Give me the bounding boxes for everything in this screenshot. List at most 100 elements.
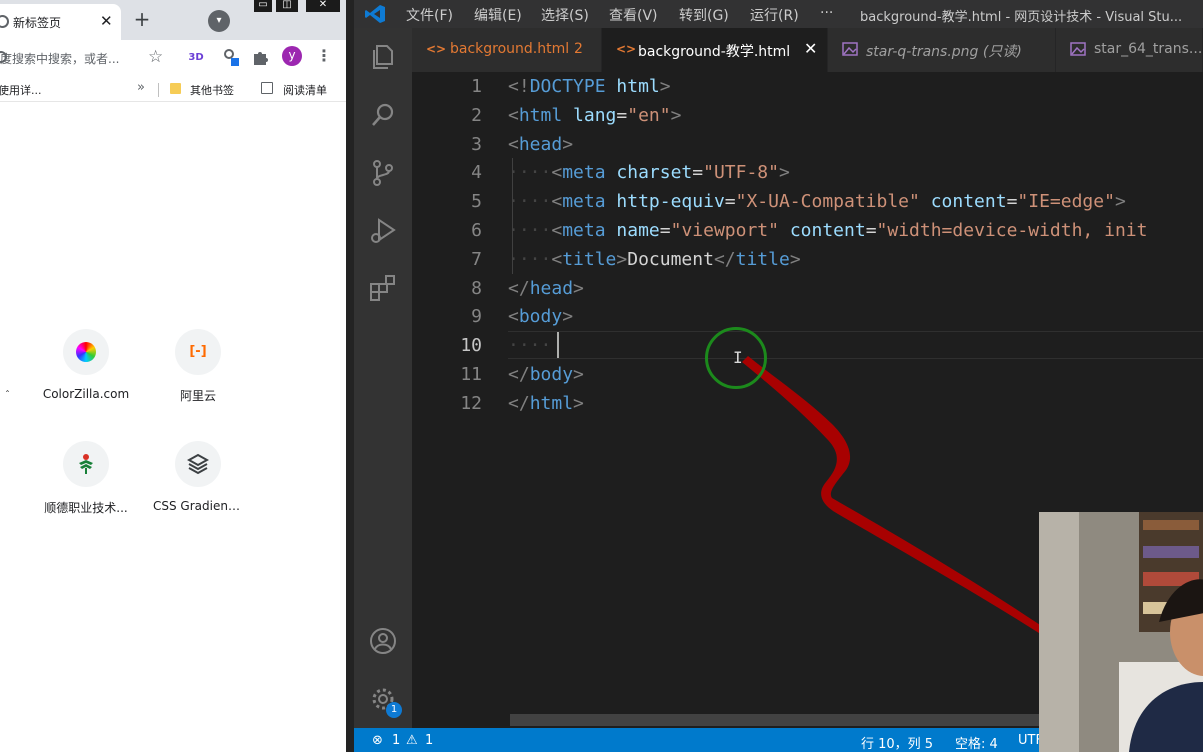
folder-icon: [170, 83, 181, 94]
error-icon: ⊗: [372, 733, 383, 748]
code-line-current: ····: [508, 335, 552, 356]
bookmark-item[interactable]: 使用详...: [0, 82, 42, 98]
title-bar: 文件(F) 编辑(E) 选择(S) 查看(V) 转到(G) 运行(R) ··· …: [354, 0, 1203, 28]
tab-label: background.html: [450, 41, 570, 57]
code-line: <head>: [508, 134, 574, 155]
tab-search-icon[interactable]: ▾: [208, 10, 230, 32]
html-file-icon: <>: [426, 42, 447, 56]
bookmark-star-icon[interactable]: ☆: [148, 47, 163, 67]
image-icon: [1070, 42, 1086, 56]
omnibox-placeholder: 度搜索中搜索，或者...: [0, 52, 120, 66]
shunde-icon: [79, 454, 93, 474]
tab-close-icon[interactable]: ✕: [804, 39, 817, 58]
tab-problem-count: 2: [574, 41, 583, 57]
source-control-icon[interactable]: [368, 158, 398, 188]
menu-selection[interactable]: 选择(S): [541, 5, 589, 25]
tab-star-64-trans[interactable]: star_64_trans...: [1056, 28, 1203, 72]
code-line: </html>: [508, 393, 584, 414]
close-window-icon[interactable]: ✕: [306, 0, 340, 12]
bookmarks-overflow-icon[interactable]: »: [137, 80, 145, 95]
settings-update-badge: 1: [386, 702, 402, 718]
bookmarks-bar: 使用详... » 其他书签 阅读清单: [0, 78, 346, 102]
line-number: 9: [471, 306, 482, 327]
code-line: ····<meta name="viewport" content="width…: [508, 220, 1148, 241]
horizontal-scrollbar[interactable]: [510, 714, 1050, 726]
chrome-menu-icon[interactable]: ⋮: [316, 46, 332, 65]
maximize-icon[interactable]: ◫: [276, 0, 298, 12]
tab-label: star-q-trans.png (只读): [866, 44, 1022, 60]
run-debug-icon[interactable]: [368, 216, 398, 246]
shortcut-label: 顺德职业技术...: [44, 501, 128, 515]
code-line: <body>: [508, 306, 574, 327]
extensions-icon[interactable]: [368, 274, 398, 304]
tab-label: background-教学.html: [638, 44, 791, 60]
menu-view[interactable]: 查看(V): [609, 5, 658, 25]
line-number-gutter: 1 2 3 4 5 6 7 8 9 10 11 12: [412, 72, 508, 722]
code-line: ····<meta http-equiv="X-UA-Compatible" c…: [508, 191, 1126, 212]
globe-icon: [0, 15, 9, 28]
html-file-icon: <>: [616, 42, 637, 56]
chrome-tab-new-tab[interactable]: 新标签页 ✕: [0, 4, 121, 40]
vscode-logo-icon: [365, 5, 385, 23]
reading-list[interactable]: 阅读清单: [283, 82, 327, 98]
activity-bar: [354, 28, 412, 728]
line-number: 3: [471, 134, 482, 155]
line-number: 6: [471, 220, 482, 241]
tab-star-q-trans[interactable]: star-q-trans.png (只读): [828, 28, 1056, 72]
new-tab-button[interactable]: +: [130, 8, 154, 32]
explorer-icon[interactable]: [368, 42, 398, 72]
error-count[interactable]: 1: [392, 733, 400, 748]
shortcut-label: 阿里云: [179, 389, 216, 403]
shortcut-css-gradient[interactable]: CSS Gradient ...: [153, 441, 243, 521]
bookmarks-divider: [158, 83, 159, 97]
shortcut-tile: [-]: [175, 329, 221, 375]
menu-edit[interactable]: 编辑(E): [474, 5, 522, 25]
code-line: <html lang="en">: [508, 105, 682, 126]
line-number: 4: [471, 162, 482, 183]
shortcut-tile: [63, 441, 109, 487]
shortcut-label: ColorZilla.com: [42, 387, 130, 401]
accounts-icon[interactable]: [368, 626, 398, 656]
cursor-position[interactable]: 行 10，列 5: [861, 733, 933, 752]
tab-label: star_64_trans...: [1094, 41, 1203, 57]
restore-icon[interactable]: ▭: [254, 0, 272, 12]
menu-run[interactable]: 运行(R): [750, 5, 799, 25]
tab-background-jiaoxue-html[interactable]: <> background-教学.html ✕: [602, 28, 828, 72]
extension-3d-icon[interactable]: 3D: [186, 48, 206, 68]
other-bookmarks[interactable]: 其他书签: [190, 82, 234, 98]
extension-shapes-icon[interactable]: [222, 48, 242, 68]
indentation[interactable]: 空格: 4: [955, 733, 998, 752]
code-line: <!DOCTYPE html>: [508, 76, 671, 97]
code-line: </head>: [508, 278, 584, 299]
shortcut-shunde[interactable]: 顺德职业技术...: [41, 441, 131, 521]
shortcut-colorzilla[interactable]: ColorZilla.com: [41, 329, 131, 409]
code-line: ····<title>Document</title>: [508, 249, 801, 270]
line-number: 2: [471, 105, 482, 126]
line-number-current: 10: [460, 335, 482, 356]
shortcut-tile: [63, 329, 109, 375]
extensions-puzzle-icon[interactable]: [250, 48, 270, 68]
warning-count[interactable]: 1: [425, 733, 433, 748]
image-icon: [842, 42, 858, 56]
menu-more[interactable]: ···: [820, 5, 833, 21]
tab-background-html[interactable]: <> background.html 2: [412, 28, 602, 72]
tab-close-icon[interactable]: ✕: [100, 12, 113, 30]
code-line: ····<meta charset="UTF-8">: [508, 162, 790, 183]
code-line: </body>: [508, 364, 584, 385]
window-title: background-教学.html - 网页设计技术 - Visual Stu…: [860, 10, 1183, 25]
shortcut-aliyun[interactable]: [-] 阿里云: [153, 329, 243, 409]
shortcut-label: CSS Gradient ...: [153, 499, 243, 513]
line-number: 11: [460, 364, 482, 385]
css-gradient-icon: [187, 453, 209, 475]
menu-go[interactable]: 转到(G): [679, 5, 729, 25]
menu-file[interactable]: 文件(F): [406, 5, 453, 25]
text-cursor-icon: I: [733, 348, 743, 367]
search-icon[interactable]: [368, 100, 398, 130]
chrome-tab-strip: 新标签页 ✕ + ▾ ▭ ◫ ✕: [0, 0, 346, 40]
line-number: 7: [471, 249, 482, 270]
profile-avatar[interactable]: y: [282, 46, 302, 66]
tab-title: 新标签页: [13, 16, 62, 30]
chrome-window: 新标签页 ✕ + ▾ ▭ ◫ ✕ 度搜索中搜索，或者... ☆ 3D y ⋮ 使…: [0, 0, 346, 752]
line-number: 8: [471, 278, 482, 299]
text-caret: [557, 332, 559, 358]
